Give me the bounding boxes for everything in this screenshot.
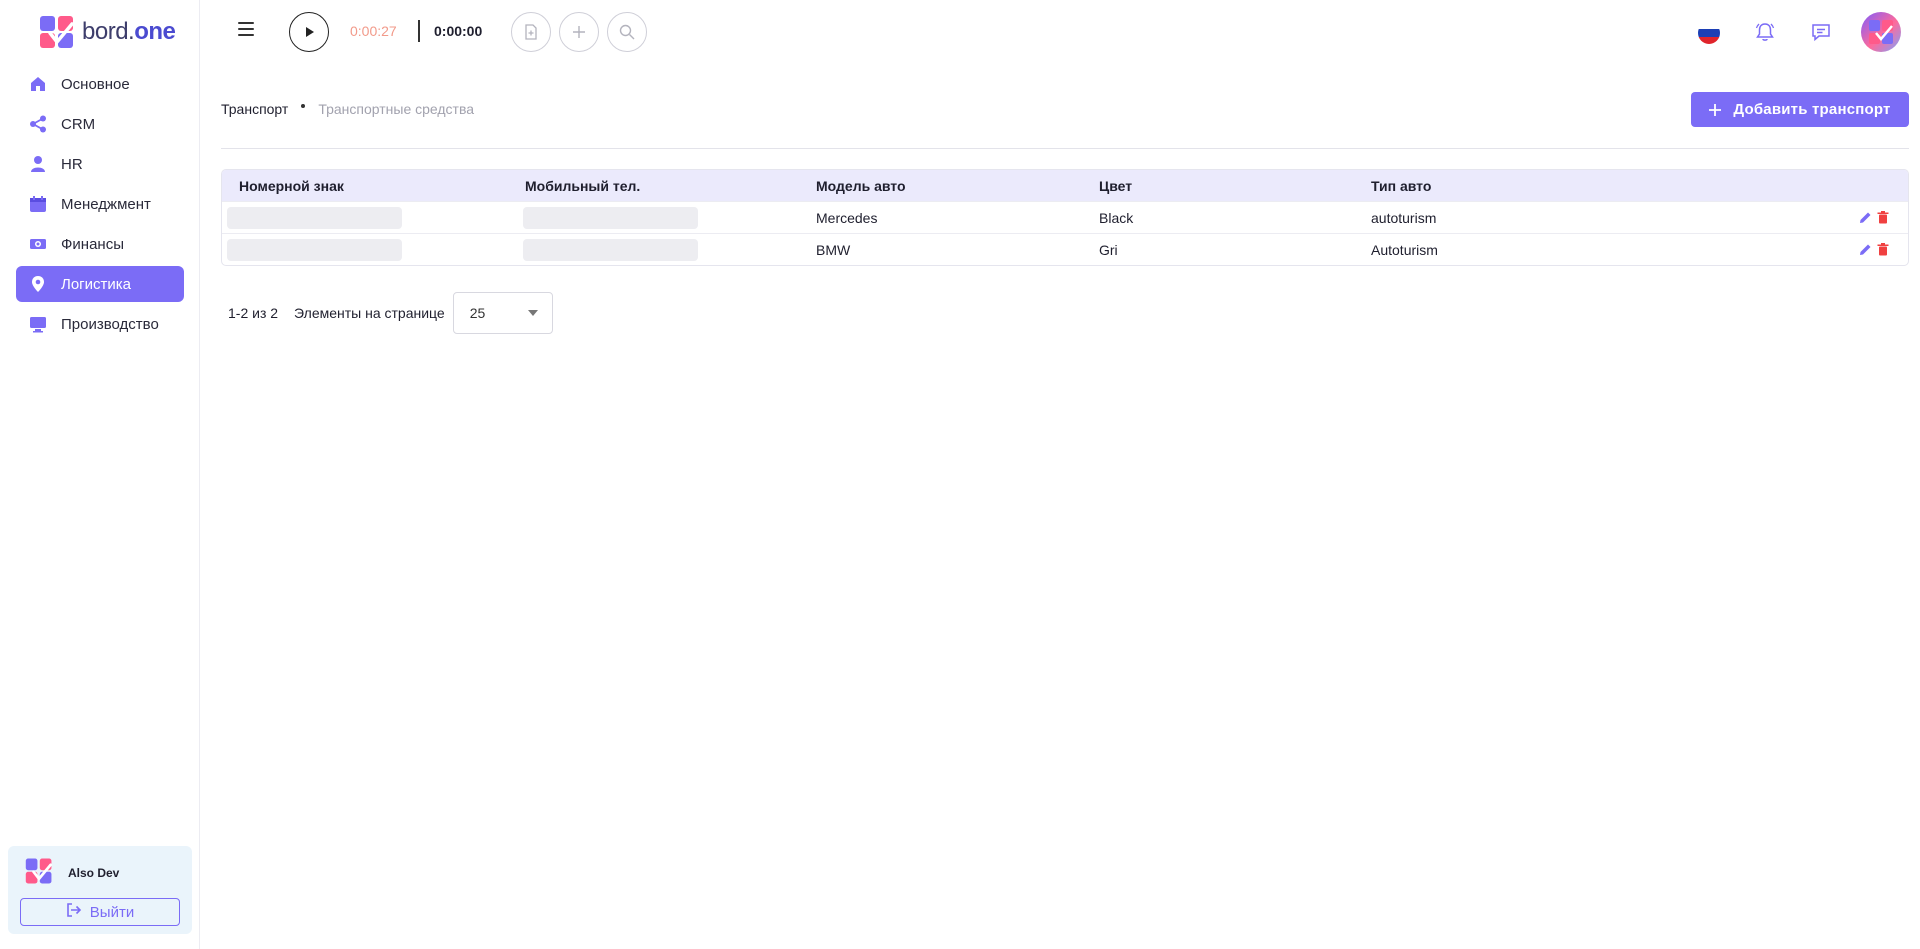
sidebar-item-logistics[interactable]: Логистика — [16, 266, 184, 302]
brand-name: bord.one — [82, 18, 176, 45]
plus-icon — [1709, 103, 1722, 116]
share-icon — [28, 114, 48, 134]
home-icon — [28, 74, 48, 94]
table-row[interactable]: BMW Gri Autoturism — [222, 233, 1908, 265]
column-header-color[interactable]: Цвет — [1099, 178, 1132, 194]
per-page-label: Элементы на странице — [294, 305, 445, 321]
add-document-button[interactable] — [511, 12, 551, 52]
cell-model: Mercedes — [816, 210, 878, 226]
cell-type: Autoturism — [1371, 242, 1438, 258]
edit-icon[interactable] — [1858, 242, 1872, 256]
table-row[interactable]: Mercedes Black autoturism — [222, 201, 1908, 233]
table-header: Номерной знак Мобильный тел. Модель авто… — [222, 170, 1908, 201]
logout-button[interactable]: Выйти — [20, 898, 180, 926]
breadcrumb: Транспорт Транспортные средства — [221, 101, 474, 117]
brand-logo[interactable]: bord.one — [38, 12, 176, 52]
vehicles-table: Номерной знак Мобильный тел. Модель авто… — [221, 169, 1909, 266]
sidebar-item-crm[interactable]: CRM — [16, 106, 184, 142]
cell-color: Black — [1099, 210, 1134, 226]
logout-icon — [66, 903, 82, 921]
monitor-icon — [28, 314, 48, 334]
location-pin-icon — [28, 274, 48, 294]
notifications-bell-icon[interactable] — [1753, 20, 1777, 44]
sidebar-item-label: Менеджмент — [61, 195, 151, 213]
sidebar: bord.one Основное CRM HR Менеджмент Фина… — [0, 0, 200, 949]
column-header-phone[interactable]: Мобильный тел. — [525, 178, 640, 194]
search-button[interactable] — [607, 12, 647, 52]
sidebar-item-label: Финансы — [61, 235, 124, 253]
sidebar-item-label: Производство — [61, 315, 159, 333]
timer-separator — [418, 20, 420, 42]
sidebar-nav: Основное CRM HR Менеджмент Финансы Логис… — [16, 66, 184, 346]
sidebar-item-label: HR — [61, 155, 83, 173]
add-button[interactable] — [559, 12, 599, 52]
section-divider — [221, 148, 1909, 149]
language-flag-icon[interactable] — [1698, 22, 1720, 44]
person-icon — [28, 154, 48, 174]
breadcrumb-separator — [301, 104, 306, 108]
sidebar-item-management[interactable]: Менеджмент — [16, 186, 184, 222]
avatar-image-icon — [1869, 20, 1893, 44]
add-transport-label: Добавить транспорт — [1733, 101, 1891, 118]
sidebar-item-label: Логистика — [61, 275, 132, 293]
sidebar-item-label: Основное — [61, 75, 130, 93]
delete-icon[interactable] — [1876, 210, 1890, 224]
user-avatar-icon — [25, 858, 53, 884]
money-icon — [28, 234, 48, 254]
sidebar-item-production[interactable]: Производство — [16, 306, 184, 342]
plate-placeholder — [227, 207, 402, 229]
pagination: 1-2 из 2 Элементы на странице 25 — [228, 292, 553, 334]
search-icon — [619, 24, 635, 40]
phone-placeholder — [523, 207, 698, 229]
sidebar-item-finance[interactable]: Финансы — [16, 226, 184, 262]
row-actions — [1858, 210, 1890, 224]
cell-model: BMW — [816, 242, 851, 258]
sidebar-item-hr[interactable]: HR — [16, 146, 184, 182]
topbar: 0:00:27 0:00:00 — [200, 0, 1920, 64]
add-transport-button[interactable]: Добавить транспорт — [1691, 92, 1909, 127]
logout-label: Выйти — [89, 903, 135, 921]
breadcrumb-current: Транспортные средства — [318, 101, 475, 117]
play-icon — [306, 27, 314, 37]
timer-total: 0:00:00 — [434, 23, 483, 39]
cell-color: Gri — [1099, 242, 1118, 258]
plate-placeholder — [227, 239, 402, 261]
column-header-plate[interactable]: Номерной знак — [239, 178, 344, 194]
per-page-value: 25 — [469, 305, 486, 321]
column-header-model[interactable]: Модель авто — [816, 178, 906, 194]
logo-mark-icon — [40, 16, 74, 48]
chevron-down-icon — [527, 310, 538, 316]
menu-toggle-icon[interactable] — [238, 22, 254, 36]
profile-avatar[interactable] — [1861, 12, 1901, 52]
pagination-range: 1-2 из 2 — [228, 305, 279, 321]
per-page-select[interactable]: 25 — [452, 292, 553, 334]
calendar-icon — [28, 194, 48, 214]
user-name: Also Dev — [68, 866, 120, 880]
timer-current: 0:00:27 — [350, 23, 397, 39]
cell-type: autoturism — [1371, 210, 1437, 226]
delete-icon[interactable] — [1876, 242, 1890, 256]
phone-placeholder — [523, 239, 698, 261]
sidebar-item-label: CRM — [61, 115, 96, 133]
column-header-type[interactable]: Тип авто — [1371, 178, 1431, 194]
row-actions — [1858, 242, 1890, 256]
play-button[interactable] — [289, 12, 329, 52]
user-card: Also Dev Выйти — [8, 846, 192, 934]
plus-icon — [573, 26, 585, 38]
document-plus-icon — [525, 24, 537, 40]
chat-icon[interactable] — [1809, 20, 1833, 44]
breadcrumb-parent[interactable]: Транспорт — [221, 101, 288, 117]
edit-icon[interactable] — [1858, 210, 1872, 224]
sidebar-item-main[interactable]: Основное — [16, 66, 184, 102]
